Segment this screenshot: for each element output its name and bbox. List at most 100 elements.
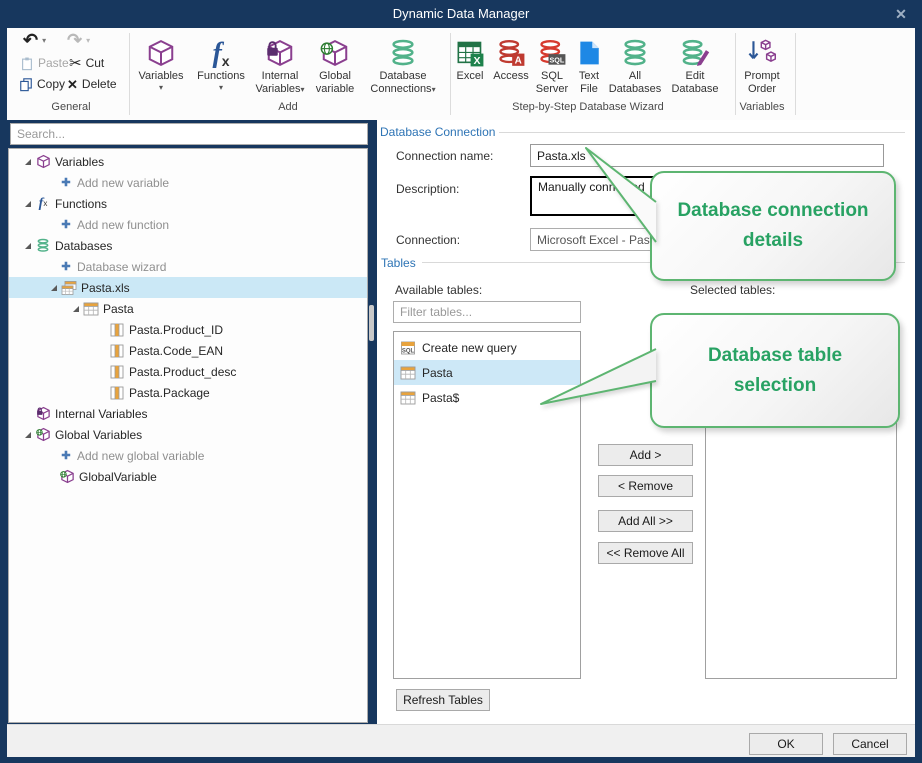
sql-server-label-2: Server — [536, 83, 568, 95]
tree-item-add-new-function[interactable]: ✚ Add new function — [9, 214, 367, 235]
tree-item-database-wizard[interactable]: ✚ Database wizard — [9, 256, 367, 277]
group-label-wizard: Step-by-Step Database Wizard — [454, 101, 722, 117]
functions-label: Functions — [197, 70, 245, 82]
prompt-order-label-1: Prompt — [744, 70, 779, 82]
group-label-variables: Variables — [732, 101, 792, 117]
search-input[interactable] — [10, 123, 368, 145]
tree-label: Pasta.Product_ID — [129, 323, 223, 337]
undo-button[interactable]: ↶ ▾ — [23, 31, 46, 49]
table-field-icon — [109, 343, 125, 359]
available-tables-label: Available tables: — [395, 283, 482, 297]
all-databases-icon — [621, 32, 649, 68]
tree-item-variables[interactable]: Variables — [9, 151, 367, 172]
tree-item-functions[interactable]: fx Functions — [9, 193, 367, 214]
prompt-order-label-2: Order — [748, 83, 776, 95]
delete-button[interactable]: ✕ Delete — [67, 75, 117, 93]
tree-item-global-variables[interactable]: Global Variables — [9, 424, 367, 445]
svg-text:X: X — [473, 55, 480, 67]
global-variable-label-2: variable — [316, 83, 355, 95]
refresh-tables-button[interactable]: Refresh Tables — [396, 689, 490, 711]
plus-icon: ✚ — [59, 449, 73, 462]
cut-button[interactable]: ✂ Cut — [69, 54, 104, 72]
chevron-down-icon: ▾ — [219, 84, 223, 92]
variable-cube-icon — [35, 154, 51, 170]
tree-item-add-new-variable[interactable]: ✚ Add new variable — [9, 172, 367, 193]
ribbon-separator — [795, 33, 796, 115]
data-source-tree: Variables ✚ Add new variable fx Function… — [8, 148, 368, 723]
chevron-down-icon: ▾ — [301, 85, 305, 94]
svg-text:SQL: SQL — [402, 348, 415, 354]
expander-icon — [21, 243, 35, 249]
text-file-label-1: Text — [579, 70, 599, 82]
paste-button[interactable]: Paste — [20, 54, 69, 72]
tree-label: Pasta — [103, 302, 134, 316]
section-divider — [499, 132, 905, 133]
plus-icon: ✚ — [59, 176, 73, 189]
function-fx-icon: fx — [212, 32, 229, 68]
prompt-order-icon — [746, 32, 778, 68]
function-fx-icon: fx — [35, 196, 51, 212]
cancel-button[interactable]: Cancel — [833, 733, 907, 755]
svg-text:A: A — [515, 56, 522, 67]
copy-label: Copy — [37, 77, 65, 91]
tree-item-internal-variables[interactable]: Internal Variables — [9, 403, 367, 424]
table-icon — [83, 301, 99, 317]
edit-database-icon — [681, 32, 710, 68]
internal-variable-lock-cube-icon — [265, 32, 295, 68]
section-header-database-connection: Database Connection — [380, 125, 495, 139]
redo-button[interactable]: ↷ ▾ — [67, 31, 90, 49]
tree-item-databases[interactable]: Databases — [9, 235, 367, 256]
remove-all-button[interactable]: << Remove All — [598, 542, 693, 564]
filter-tables-input[interactable] — [393, 301, 581, 323]
connection-label: Connection: — [396, 233, 460, 247]
callout-database-table-selection: Database table selection — [650, 313, 900, 428]
tree-item-globalvariable[interactable]: GlobalVariable — [9, 466, 367, 487]
dynamic-data-manager-window: Dynamic Data Manager ✕ ↶ ▾ ↷ ▾ Paste ✂ C… — [0, 0, 922, 763]
callout-pointer — [535, 340, 665, 415]
window-title: Dynamic Data Manager — [0, 0, 922, 28]
database-connections-label-1: Database — [379, 70, 426, 82]
tree-item-field-package[interactable]: Pasta.Package — [9, 382, 367, 403]
ok-button[interactable]: OK — [749, 733, 823, 755]
tree-label: Database wizard — [77, 260, 166, 274]
tree-label: Internal Variables — [55, 407, 148, 421]
copy-button[interactable]: Copy — [19, 75, 65, 93]
list-item-label: Pasta — [422, 366, 453, 380]
tree-scrollbar-thumb[interactable] — [369, 305, 374, 341]
paste-label: Paste — [38, 56, 69, 70]
edit-database-label-2: Database — [671, 83, 718, 95]
tree-item-pasta-table[interactable]: Pasta — [9, 298, 367, 319]
table-field-icon — [109, 364, 125, 380]
close-icon[interactable]: ✕ — [890, 0, 912, 28]
svg-text:SQL: SQL — [549, 55, 564, 64]
group-label-add: Add — [133, 101, 443, 117]
tree-item-field-product-desc[interactable]: Pasta.Product_desc — [9, 361, 367, 382]
remove-button[interactable]: < Remove — [598, 475, 693, 497]
access-label: Access — [493, 70, 528, 82]
tree-item-add-new-global-variable[interactable]: ✚ Add new global variable — [9, 445, 367, 466]
callout-text-line2: selection — [734, 371, 816, 401]
database-icon — [389, 32, 417, 68]
excel-icon: X — [456, 32, 484, 68]
delete-icon: ✕ — [67, 77, 78, 92]
plus-icon: ✚ — [59, 260, 73, 273]
tree-label: Add new global variable — [77, 449, 204, 463]
ribbon-separator — [129, 33, 130, 115]
undo-icon: ↶ — [23, 33, 38, 48]
chevron-down-icon: ▾ — [86, 36, 90, 45]
text-file-label-2: File — [580, 83, 598, 95]
redo-icon: ↷ — [67, 33, 82, 48]
tree-item-field-product-id[interactable]: Pasta.Product_ID — [9, 319, 367, 340]
tree-item-pasta-xls[interactable]: Pasta.xls — [9, 277, 367, 298]
tree-item-field-code-ean[interactable]: Pasta.Code_EAN — [9, 340, 367, 361]
expander-icon — [47, 285, 61, 291]
expander-icon — [21, 201, 35, 207]
tree-label: Variables — [55, 155, 104, 169]
sql-server-label-1: SQL — [541, 70, 563, 82]
edit-database-label-1: Edit — [686, 70, 705, 82]
section-header-tables: Tables — [381, 256, 416, 270]
add-button[interactable]: Add > — [598, 444, 693, 466]
add-all-button[interactable]: Add All >> — [598, 510, 693, 532]
cut-label: Cut — [86, 56, 105, 70]
tree-label: Functions — [55, 197, 107, 211]
